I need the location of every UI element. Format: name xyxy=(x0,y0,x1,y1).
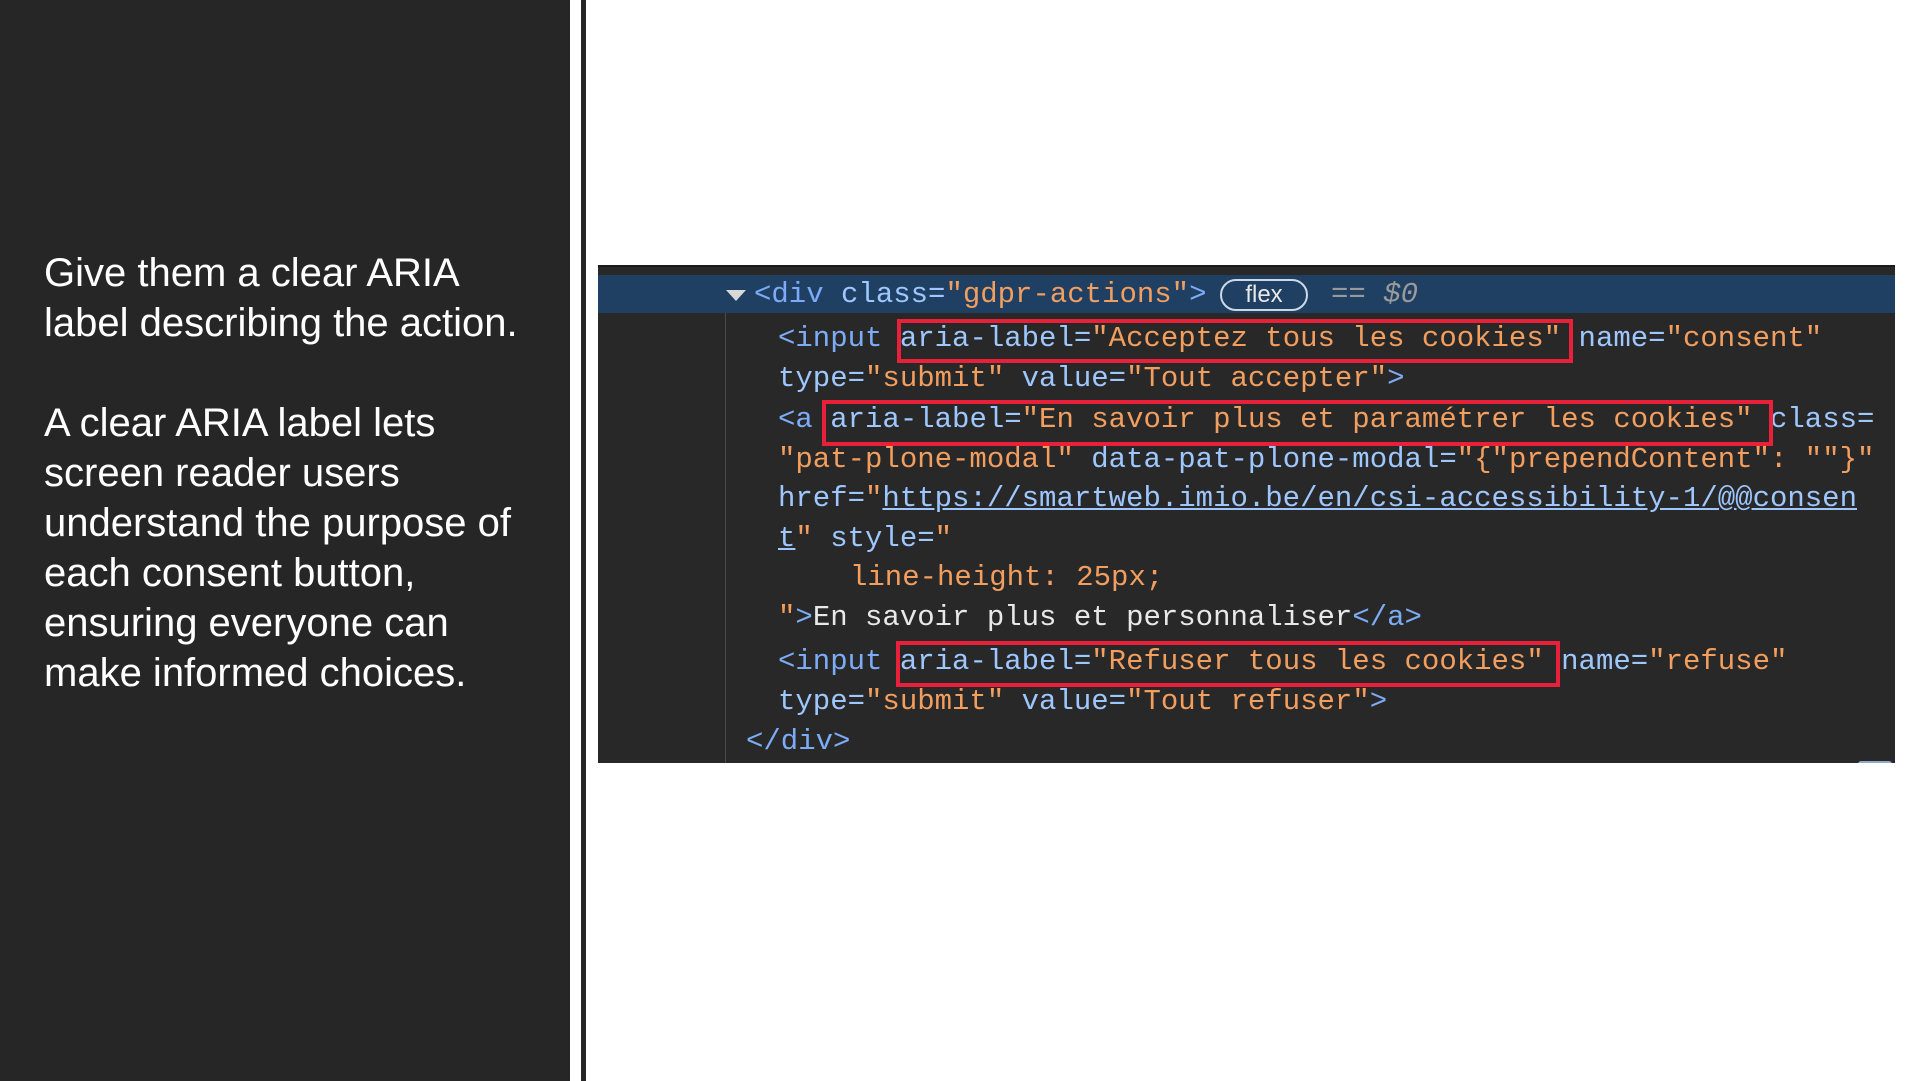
quote: " xyxy=(865,482,883,515)
attr-name: data-pat-plone-modal= xyxy=(1073,443,1457,476)
code-line-style-value[interactable]: line-height: 25px; xyxy=(850,560,1163,596)
attr-name: name= xyxy=(1561,322,1666,355)
explanation-text: Give them a clear ARIA label describing … xyxy=(44,248,544,698)
anchor-text: En savoir plus et personnaliser xyxy=(812,601,1353,634)
attr-name: style= xyxy=(812,522,935,555)
attr-name: type= xyxy=(778,362,866,395)
panel-divider xyxy=(570,0,581,1081)
highlight-box-refuse-label xyxy=(896,641,1560,687)
attr-value: "submit" xyxy=(865,685,1005,718)
flex-badge[interactable]: flex xyxy=(1220,279,1308,311)
heading-paragraph: Give them a clear ARIA label describing … xyxy=(44,251,518,345)
slide: Give them a clear ARIA label describing … xyxy=(0,0,1920,1081)
panel-divider-line xyxy=(581,0,586,1081)
devtools-elements-screenshot: <div class="gdpr-actions"> flex == $0 <i… xyxy=(598,265,1895,763)
tag-end: </div> xyxy=(746,725,851,758)
body-paragraph: A clear ARIA label lets screen reader us… xyxy=(44,401,512,695)
attr-name: value= xyxy=(1004,685,1127,718)
tag-open: <div xyxy=(754,278,842,311)
indent-guide xyxy=(725,313,726,763)
attr-value: "pat-plone-modal" xyxy=(778,443,1074,476)
attr-name: value= xyxy=(1004,362,1127,395)
quote: " xyxy=(778,601,796,634)
tag-close: > xyxy=(1387,362,1405,395)
code-line-href[interactable]: href="https://smartweb.imio.be/en/csi-ac… xyxy=(778,481,1857,517)
quote: " xyxy=(795,522,813,555)
code-line-anchor-text[interactable]: ">En savoir plus et personnaliser</a> xyxy=(778,600,1422,636)
attr-value: "Tout refuser" xyxy=(1126,685,1370,718)
attr-value: "Tout accepter" xyxy=(1126,362,1388,395)
tag-close: > xyxy=(795,601,813,634)
code-line-input-accept-cont[interactable]: type="submit" value="Tout accepter"> xyxy=(778,361,1405,397)
selected-element-marker: == $0 xyxy=(1331,278,1419,311)
code-line-div-close[interactable]: </div> xyxy=(746,724,850,760)
tag-close: > xyxy=(1369,685,1388,718)
text-panel: Give them a clear ARIA label describing … xyxy=(0,0,570,1081)
code-line-div-open[interactable]: <div class="gdpr-actions"> xyxy=(754,277,1206,313)
style-value: line-height: 25px; xyxy=(850,561,1164,594)
attr-value: "gdpr-actions" xyxy=(945,278,1190,311)
attr-value: "consent" xyxy=(1665,322,1823,355)
tag-close: > xyxy=(1189,278,1207,311)
highlight-box-settings-label xyxy=(822,400,1773,446)
href-link[interactable]: https://smartweb.imio.be/en/csi-accessib… xyxy=(882,482,1857,515)
attr-value: " xyxy=(934,522,953,555)
highlight-box-accept-label xyxy=(897,319,1573,363)
scrollbar-handle[interactable] xyxy=(1858,761,1892,763)
code-line-input-refuse-cont[interactable]: type="submit" value="Tout refuser"> xyxy=(778,684,1387,720)
expand-triangle-icon[interactable] xyxy=(726,290,746,301)
href-link-end[interactable]: t xyxy=(778,522,795,555)
tag-end: </a> xyxy=(1352,601,1422,634)
attr-name: href= xyxy=(778,482,866,515)
attr-value: "submit" xyxy=(865,362,1005,395)
code-line-anchor-cont[interactable]: "pat-plone-modal" data-pat-plone-modal="… xyxy=(778,442,1874,478)
tag-open: <input xyxy=(778,645,900,678)
attr-value: "{"prependContent": ""}" xyxy=(1456,443,1875,476)
attr-name: type= xyxy=(778,685,866,718)
attr-name: class= xyxy=(841,278,946,311)
code-line-style[interactable]: t" style=" xyxy=(778,521,952,557)
tag-open: <input xyxy=(778,322,900,355)
attr-value: "refuse" xyxy=(1648,645,1788,678)
